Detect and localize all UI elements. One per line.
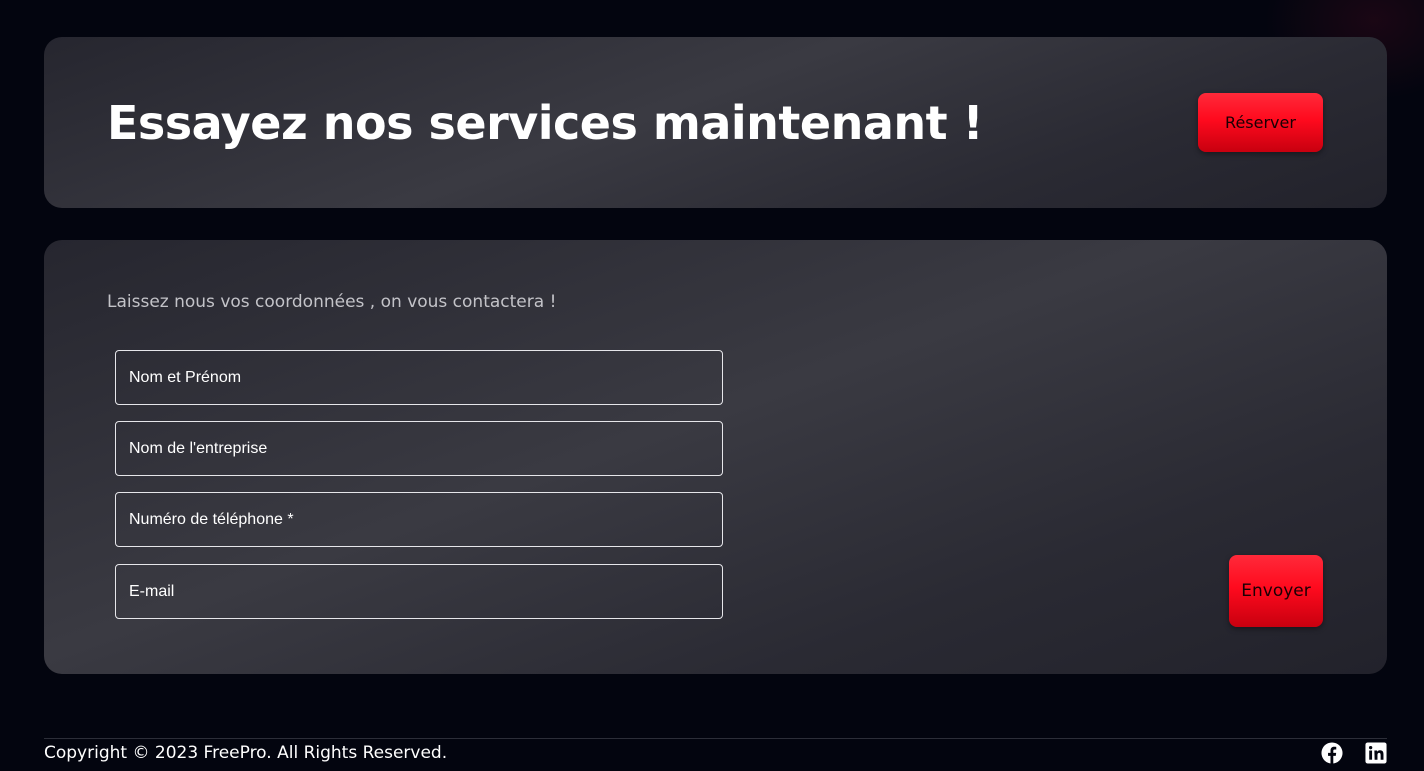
company-name-field[interactable] xyxy=(115,421,723,476)
send-button[interactable]: Envoyer xyxy=(1229,555,1323,627)
form-intro-text: Laissez nous vos coordonnées , on vous c… xyxy=(107,292,557,312)
full-name-field[interactable] xyxy=(115,350,723,405)
linkedin-icon xyxy=(1365,742,1387,764)
facebook-icon xyxy=(1321,742,1343,764)
cta-title: Essayez nos services maintenant ! xyxy=(107,96,984,150)
linkedin-link[interactable] xyxy=(1365,742,1387,764)
social-links xyxy=(1321,741,1387,765)
facebook-link[interactable] xyxy=(1321,742,1343,764)
copyright-text: Copyright © 2023 FreePro. All Rights Res… xyxy=(44,743,448,763)
phone-number-field[interactable] xyxy=(115,492,723,547)
email-field[interactable] xyxy=(115,564,723,619)
cta-banner: Essayez nos services maintenant ! Réserv… xyxy=(44,37,1387,208)
contact-form-card: Laissez nous vos coordonnées , on vous c… xyxy=(44,240,1387,674)
reserve-button[interactable]: Réserver xyxy=(1198,93,1323,152)
page-footer: Copyright © 2023 FreePro. All Rights Res… xyxy=(44,738,1387,771)
